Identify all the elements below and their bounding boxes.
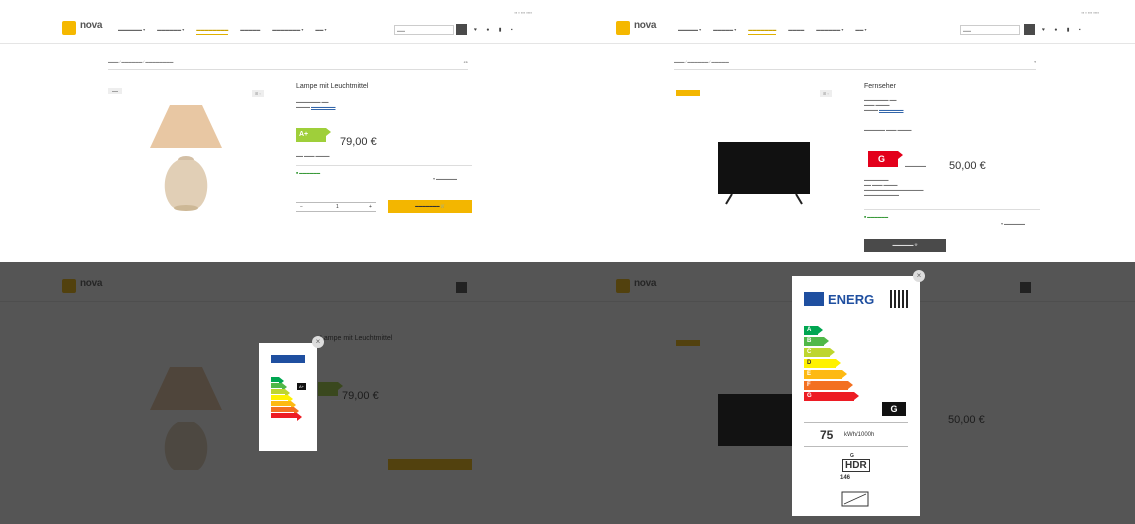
configure-button[interactable]: ▬▬▬▬▬▬ ⚒ (864, 239, 946, 252)
eu-energy-header (271, 355, 305, 363)
qty-value[interactable]: 1 (336, 204, 339, 210)
scale-bar (271, 407, 299, 415)
scale-bar (271, 383, 287, 391)
energy-label-header: ENERG (828, 292, 875, 307)
divider (296, 165, 472, 166)
scale-bar (271, 389, 290, 397)
scale-bar (271, 395, 293, 403)
scale-bar (271, 413, 302, 421)
scale-bar-b: B (804, 337, 829, 346)
breadcrumb[interactable]: ▬▬▬ / ▬▬▬▬▬▬ / ▬▬▬▬▬ ▾ (674, 60, 1036, 70)
scale-bar (271, 401, 296, 409)
tv-dimension-icon (841, 491, 869, 507)
product-badge (676, 90, 700, 96)
energy-label-popup: ENERG A B C D E F G G 75 kWh/1000h G HDR… (792, 276, 920, 516)
lamp-image (150, 105, 222, 211)
main-nav[interactable]: ▬▬▬▬▬ ▾ ▬▬▬▬▬ ▾ ▬▬▬▬▬▬▬ ▬▬▬▬ ▬▬▬▬▬▬ ▾ ▬▬ ▾ (678, 27, 879, 35)
scale-bar-f: F (804, 381, 853, 390)
product-price: 79,00 € (340, 136, 377, 148)
qr-code-icon (890, 290, 908, 308)
quantity-stepper[interactable]: − 1 + (296, 202, 376, 212)
site-header: nova ▬▬▬▬▬ ▾ ▬▬▬▬▬ ▾ ▬▬▬▬▬▬▬ ▬▬▬▬ ▬▬▬▬▬▬ ▾ ▬▬… (568, 16, 1135, 44)
panel-lamp-product: ▪▪ ▪ ▪▪▪ ▪▪▪▪ nova ▬▬▬▬▬▬ ▾ ▬▬▬▬▬▬ ▾ ▬▬▬▬▬… (0, 0, 568, 262)
tv-image (718, 142, 810, 205)
divider (864, 209, 1040, 210)
image-tools[interactable]: ⊞ ▫ (252, 90, 264, 97)
product-price: 50,00 € (949, 160, 986, 172)
panel-tv-label-popup: nova 50,00 € ENERG A B C D E F G G 75 kW… (568, 262, 1135, 524)
energy-class-badge[interactable]: A+ (296, 128, 331, 142)
product-title: Lampe mit Leuchtmittel (296, 83, 369, 90)
nova-logo[interactable]: nova (616, 20, 656, 39)
variant-note: ▬▬▬▬▬▬ ▬▬▬ ▬▬▬▬ (864, 128, 912, 132)
product-badge: ▬▬ (108, 88, 122, 94)
hdr-value: 146 (840, 475, 851, 481)
nova-logo[interactable]: nova (62, 20, 102, 39)
add-to-cart-button[interactable]: ▬▬▬▬▬▬▬ 🛒 (388, 200, 472, 213)
close-popup-button[interactable]: × (913, 270, 925, 282)
scale-bar-e: E (804, 370, 847, 379)
site-header: nova ▬▬▬▬▬▬ ▾ ▬▬▬▬▬▬ ▾ ▬▬▬▬▬▬▬▬ ▬▬▬▬▬ ▬▬▬▬▬▬… (0, 16, 568, 44)
energy-label-popup: A+ (259, 343, 317, 451)
product-meta: ▬▬▬▬▬▬▬ ▬▬ ▬▬▬▬ ▬▬▬▬▬▬▬ (296, 100, 336, 109)
scale-bar-a: A (804, 326, 823, 335)
search-input[interactable]: ▬▬ (394, 25, 454, 35)
price-note: ▬▬▬▬▬▬▬ ▬▬ ▬▬▬ ▬▬▬▬ ▬▬▬▬▬▬▬▬▬▬▬▬▬▬▬▬▬ ▬▬▬▬▬… (864, 178, 924, 197)
qty-plus[interactable]: + (369, 204, 372, 210)
eu-flag-icon (804, 292, 824, 306)
scale-bar-c: C (804, 348, 835, 357)
product-meta: ▬▬▬▬▬▬▬ ▬▬ ▬▬▬ ▬▬▬▬ ▬▬▬▬ ▬▬▬▬▬▬▬ (864, 98, 904, 112)
consumption-value: 75 (820, 428, 834, 442)
header-icons[interactable]: ♥ ● ▮ ▪ (474, 27, 517, 33)
wishlist-link[interactable]: ♥ ▬▬▬▬▬▬ (433, 177, 457, 182)
label-class-marker: A+ (297, 383, 307, 390)
scale-bar-d: D (804, 359, 841, 368)
header-icons[interactable]: ♥ ● ▮ ▪ (1042, 27, 1085, 33)
search-input[interactable]: ▬▬ (960, 25, 1020, 35)
stock-status: ■ ▬▬▬▬▬▬ (296, 171, 321, 175)
stock-status: ■ ▬▬▬▬▬▬ (864, 215, 889, 219)
image-tools[interactable]: ⊞ ▫ (820, 90, 832, 97)
close-popup-button[interactable]: × (312, 336, 324, 348)
divider (804, 422, 908, 423)
top-links[interactable]: ▪▪ ▪ ▪▪▪ ▪▪▪▪ (514, 10, 532, 15)
panel-tv-product: ▪▪ ▪ ▪▪▪ ▪▪▪▪ nova ▬▬▬▬▬ ▾ ▬▬▬▬▬ ▾ ▬▬▬▬▬▬▬… (568, 0, 1135, 262)
breadcrumb[interactable]: ▬▬▬ / ▬▬▬▬▬▬ / ▬▬▬▬▬▬▬▬ ◂ ▸ (108, 60, 468, 70)
product-title: Fernseher (864, 83, 896, 90)
price-prefix: ▬▬▬▬▬▬ (905, 164, 926, 168)
scale-bar-g: G (804, 392, 859, 401)
panel-lamp-label-popup: nova Lampe mit Leuchtmittel 79,00 € A+ × (0, 262, 568, 524)
scale-bar (271, 377, 284, 385)
wishlist-link[interactable]: ♥ ▬▬▬▬▬▬ (1001, 222, 1025, 227)
top-links[interactable]: ▪▪ ▪ ▪▪▪ ▪▪▪▪ (1081, 10, 1099, 15)
cart-icon: 🛒 (440, 204, 445, 208)
label-class-marker: G (882, 402, 906, 416)
qty-minus[interactable]: − (300, 204, 303, 210)
divider (804, 446, 908, 447)
search-button[interactable] (1024, 24, 1035, 35)
main-nav[interactable]: ▬▬▬▬▬▬ ▾ ▬▬▬▬▬▬ ▾ ▬▬▬▬▬▬▬▬ ▬▬▬▬▬ ▬▬▬▬▬▬▬ ▾ ▬▬… (118, 27, 339, 35)
energy-class-badge[interactable]: G (868, 151, 903, 167)
consumption-unit: kWh/1000h (844, 432, 875, 438)
search-button[interactable] (456, 24, 467, 35)
price-note: ▬▬ ▬▬▬ ▬▬▬▬ (296, 154, 330, 158)
hdr-text: HDR (842, 459, 870, 472)
